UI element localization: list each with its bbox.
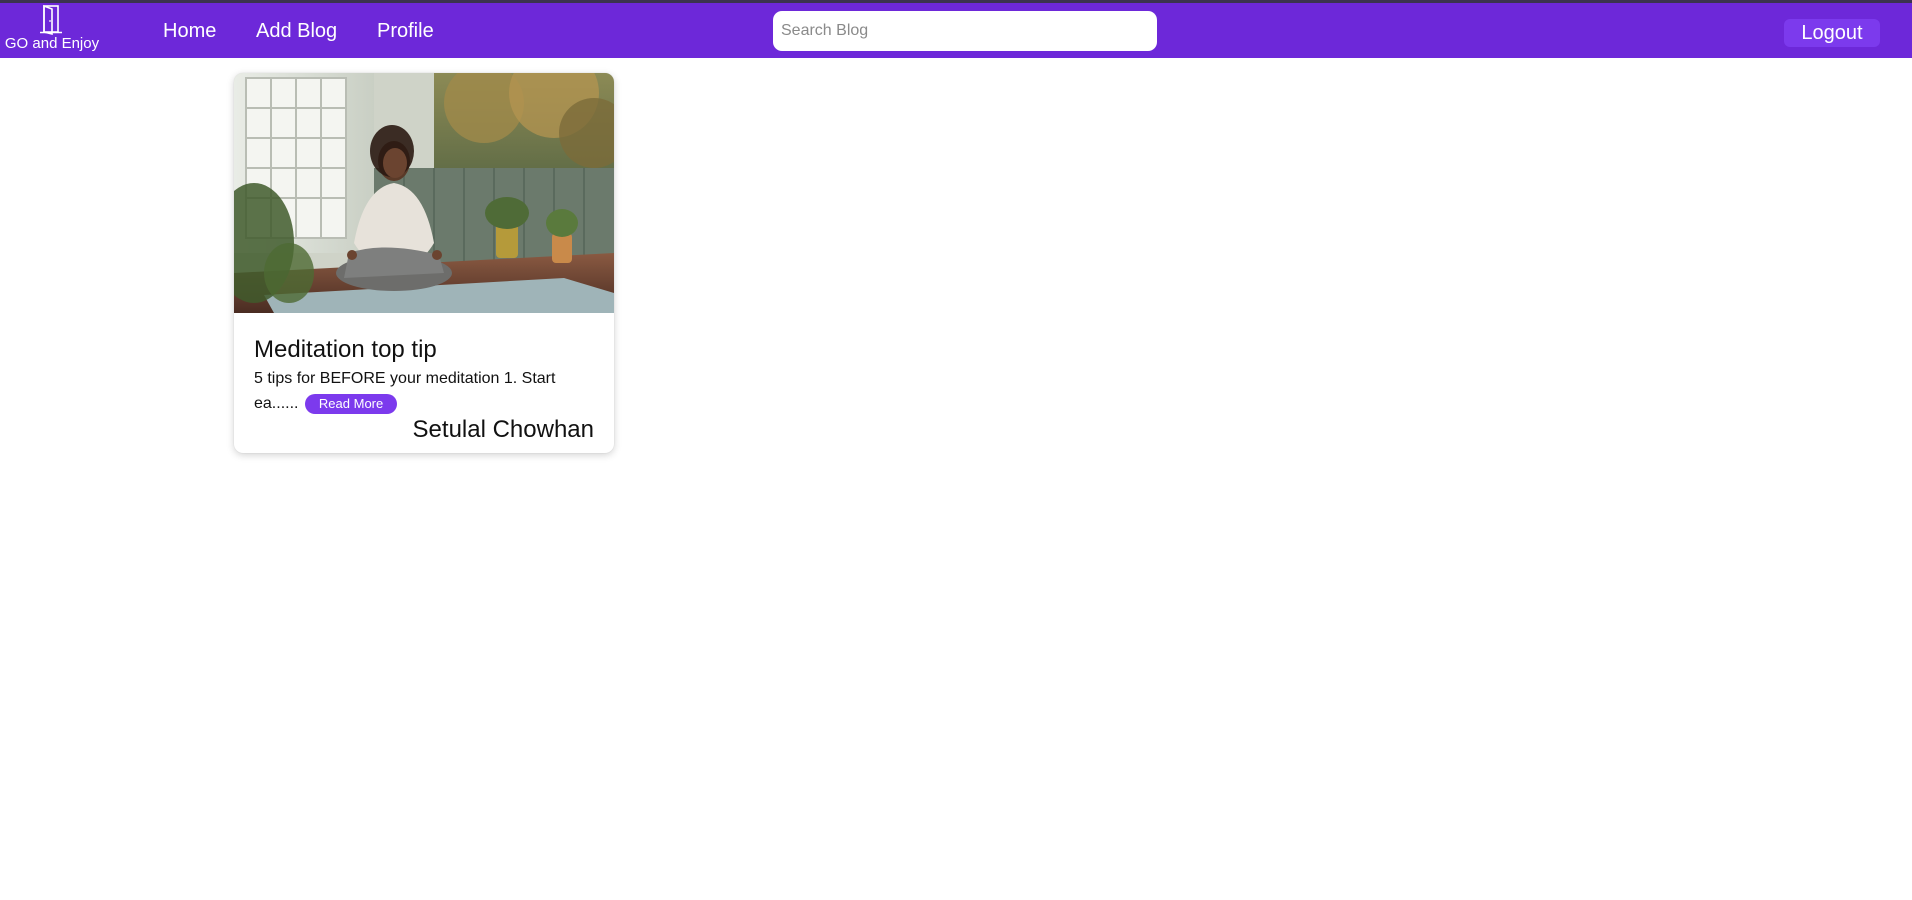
blog-card: Meditation top tip 5 tips for BEFORE you… (234, 73, 614, 453)
brand-logo[interactable]: GO and Enjoy (0, 3, 104, 58)
logout-button[interactable]: Logout (1784, 19, 1880, 47)
nav-home-link[interactable]: Home (163, 19, 216, 43)
brand-name: GO and Enjoy (4, 35, 100, 52)
blog-card-title: Meditation top tip (254, 336, 437, 363)
read-more-button[interactable]: Read More (304, 393, 398, 414)
blog-card-author: Setulal Chowhan (412, 416, 594, 443)
door-icon (40, 4, 62, 36)
nav-add-blog-link[interactable]: Add Blog (256, 19, 337, 43)
top-navbar: GO and Enjoy Home Add Blog Profile Logou… (0, 0, 1912, 58)
blog-card-image[interactable] (234, 73, 614, 313)
search-input[interactable] (773, 11, 1157, 51)
blog-card-excerpt-text: 5 tips for BEFORE your meditation 1. Sta… (254, 370, 556, 412)
blog-card-excerpt: 5 tips for BEFORE your meditation 1. Sta… (254, 366, 584, 416)
nav-profile-link[interactable]: Profile (377, 19, 434, 43)
